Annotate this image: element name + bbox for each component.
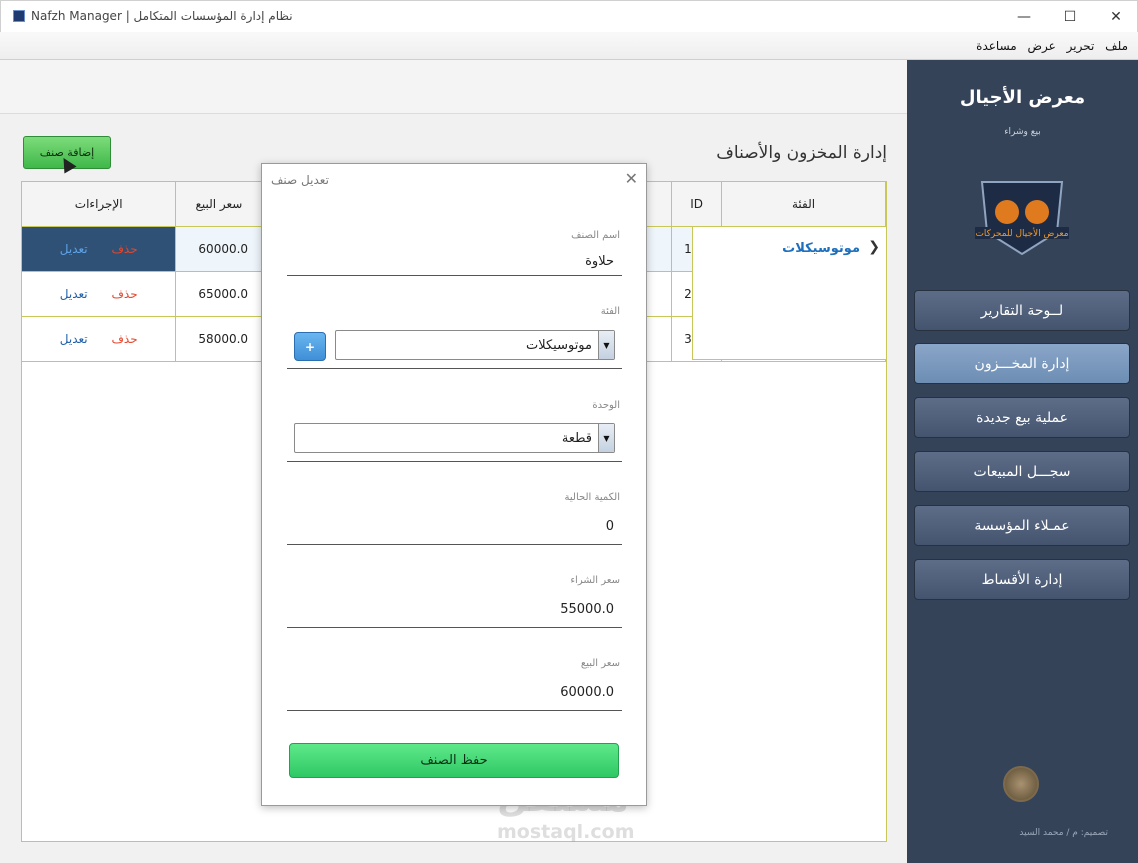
menu-edit[interactable]: تحرير <box>1067 39 1095 53</box>
top-strip <box>0 60 907 114</box>
name-label: اسم الصنف <box>571 230 620 241</box>
unit-label: الوحدة <box>592 400 620 411</box>
quantity-underline <box>287 544 622 545</box>
header-id[interactable]: ID <box>671 182 723 227</box>
nav-inventory[interactable]: إدارة المخـــزون <box>914 343 1130 384</box>
category-select[interactable]: موتوسيكلات ▼ <box>335 330 615 360</box>
header-sell-price[interactable]: سعر البيع <box>175 182 263 227</box>
header-category[interactable]: الفئة <box>721 182 886 227</box>
edit-item-dialog: تعديل صنف ✕ اسم الصنف حلاوة الفئة + موتو… <box>261 163 647 806</box>
sell-price-field[interactable]: 60000.0 <box>560 685 614 700</box>
nav-customers[interactable]: عمـلاء المؤسسة <box>914 505 1130 546</box>
edit-link[interactable]: تعديل <box>60 287 88 301</box>
header-actions[interactable]: الإجراءات <box>22 182 177 227</box>
buy-price-underline <box>287 627 622 628</box>
brand-logo: معرض الأجيال للمحركات <box>975 181 1069 256</box>
dropdown-arrow-icon[interactable]: ▼ <box>598 331 614 359</box>
menu-help[interactable]: مساعدة <box>976 39 1017 53</box>
dialog-title: تعديل صنف <box>271 173 329 187</box>
category-select-value: موتوسيكلات <box>525 338 592 353</box>
edit-link[interactable]: تعديل <box>60 242 88 256</box>
chevron-down-icon[interactable]: ❯ <box>868 239 880 255</box>
unit-underline <box>287 461 622 462</box>
buy-price-field[interactable]: 55000.0 <box>560 602 614 617</box>
add-category-button[interactable]: + <box>294 332 326 361</box>
nav-installments[interactable]: إدارة الأقساط <box>914 559 1130 600</box>
name-field[interactable]: حلاوة <box>585 254 614 269</box>
nav-reports[interactable]: لــوحة التقارير <box>914 290 1130 331</box>
sidebar: معرض الأجيال بيع وشراء معرض الأجيال للمح… <box>907 60 1138 863</box>
price-cell: 65000.0 <box>175 271 263 317</box>
window-title: Nafzh Manager | نظام إدارة المؤسسات المت… <box>31 9 293 23</box>
nav-new-sale[interactable]: عملية بيع جديدة <box>914 397 1130 438</box>
sell-price-underline <box>287 710 622 711</box>
delete-link[interactable]: حذف <box>111 332 137 346</box>
dropdown-arrow-icon[interactable]: ▼ <box>598 424 614 452</box>
quantity-label: الكمية الحالية <box>564 492 620 503</box>
edit-link[interactable]: تعديل <box>60 332 88 346</box>
category-label: الفئة <box>600 306 620 317</box>
save-item-button[interactable]: حفظ الصنف <box>289 743 619 778</box>
page-title: إدارة المخزون والأصناف <box>716 143 887 163</box>
menu-bar: ملف تحرير عرض مساعدة <box>0 32 1138 60</box>
brand-name: معرض الأجيال <box>959 87 1086 108</box>
logo-text: معرض الأجيال للمحركات <box>975 227 1068 239</box>
app-icon <box>13 10 25 22</box>
maximize-button[interactable]: ☐ <box>1047 1 1093 32</box>
watermark-latin: mostaql.com <box>497 821 635 843</box>
menu-file[interactable]: ملف <box>1105 39 1128 53</box>
quantity-field[interactable]: 0 <box>606 519 614 534</box>
category-group-label: موتوسيكلات <box>782 241 860 256</box>
buy-price-label: سعر الشراء <box>570 575 620 586</box>
name-underline <box>287 275 622 276</box>
price-cell: 60000.0 <box>175 226 263 272</box>
unit-select-value: قطعة <box>561 431 592 446</box>
sell-price-label: سعر البيع <box>580 658 620 669</box>
minimize-button[interactable]: — <box>1001 1 1047 32</box>
price-cell: 58000.0 <box>175 316 263 362</box>
unit-select[interactable]: قطعة ▼ <box>294 423 615 453</box>
delete-link[interactable]: حذف <box>111 287 137 301</box>
designer-credit: تصميم: م / محمد السيد <box>1019 828 1108 838</box>
category-underline <box>287 368 622 369</box>
brand-tagline: بيع وشراء <box>1004 127 1041 137</box>
window-titlebar: Nafzh Manager | نظام إدارة المؤسسات المت… <box>0 0 1138 32</box>
seal-image <box>1003 766 1039 802</box>
delete-link[interactable]: حذف <box>111 242 137 256</box>
category-group-cell[interactable]: ❯ موتوسيكلات <box>692 227 886 360</box>
close-button[interactable]: ✕ <box>1093 1 1138 32</box>
nav-sales-log[interactable]: سجـــل المبيعات <box>914 451 1130 492</box>
menu-view[interactable]: عرض <box>1028 39 1056 53</box>
close-icon[interactable]: ✕ <box>625 169 638 188</box>
